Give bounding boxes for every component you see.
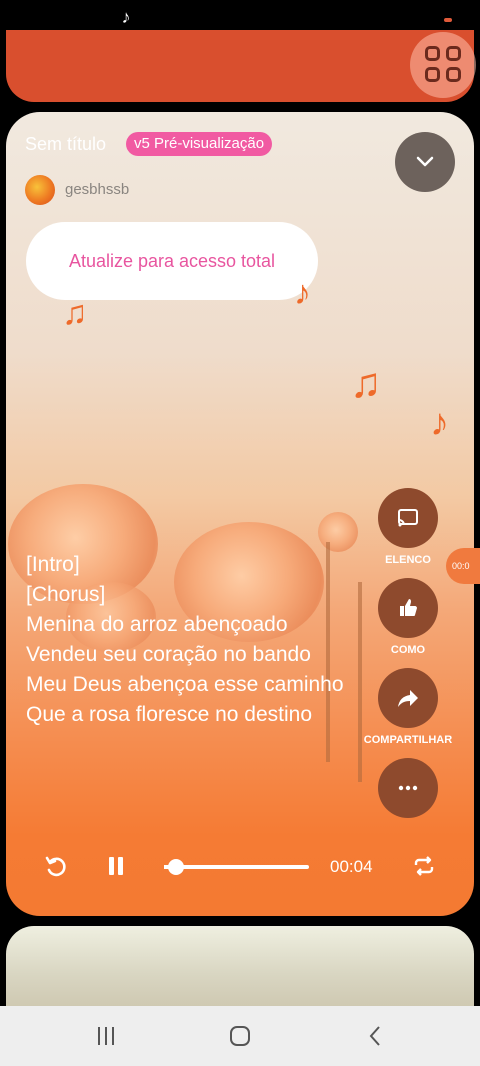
chevron-down-icon xyxy=(416,156,434,167)
more-button[interactable] xyxy=(378,758,438,818)
recent-apps-icon[interactable] xyxy=(92,1022,120,1050)
music-note-icon: ♫ xyxy=(350,359,382,406)
like-button[interactable] xyxy=(378,578,438,638)
home-icon[interactable] xyxy=(226,1022,254,1050)
lyric-line: Meu Deus abençoa esse caminho xyxy=(26,673,344,696)
grid-cell xyxy=(446,67,461,82)
rose-bud-image xyxy=(318,512,358,552)
lyric-line: Menina do arroz abençoado xyxy=(26,613,288,636)
music-note-icon: ♫ xyxy=(62,294,88,332)
pause-icon[interactable] xyxy=(104,854,128,878)
more-icon xyxy=(398,785,418,791)
grid-cell xyxy=(446,46,461,61)
music-note-icon: ♪ xyxy=(430,402,449,444)
back-icon[interactable] xyxy=(362,1022,390,1050)
lyrics-panel[interactable]: [Intro] [Chorus] Menina do arroz abençoa… xyxy=(26,550,366,820)
system-nav-bar xyxy=(0,1006,480,1066)
grid-cell xyxy=(425,46,440,61)
status-indicator xyxy=(444,18,452,22)
share-icon xyxy=(398,690,418,707)
playback-controls: 00:04 xyxy=(6,840,474,896)
collapse-button[interactable] xyxy=(395,132,455,192)
replay-icon[interactable] xyxy=(44,854,68,878)
cast-icon xyxy=(398,509,418,527)
lyric-line: [Chorus] xyxy=(26,583,106,606)
progress-slider[interactable] xyxy=(164,859,309,875)
share-button[interactable] xyxy=(378,668,438,728)
upgrade-text: Atualize para acesso total xyxy=(68,251,276,271)
cast-button[interactable] xyxy=(378,488,438,548)
lyric-line: Vendeu seu coração no bando xyxy=(26,643,311,666)
progress-tab[interactable]: 00:0 xyxy=(446,548,480,584)
elapsed-time: 00:04 xyxy=(330,857,373,876)
thumbs-up-icon xyxy=(400,599,417,616)
previous-song-card[interactable] xyxy=(6,30,474,102)
lyric-line: [Intro] xyxy=(26,553,80,576)
music-note-icon: ♪ xyxy=(294,274,311,312)
share-label: COMPARTILHAR xyxy=(363,734,453,746)
username[interactable]: gesbhssb xyxy=(65,181,129,198)
next-song-card[interactable] xyxy=(6,926,474,1006)
song-player-card: Sem título v5 Pré-visualização gesbhssb … xyxy=(6,112,474,916)
version-badge: v5 Pré-visualização xyxy=(126,132,273,156)
lyric-line: Que a rosa floresce no destino xyxy=(26,703,313,726)
like-label: COMO xyxy=(390,644,426,656)
song-title: Sem título xyxy=(25,134,107,154)
upgrade-banner[interactable]: Atualize para acesso total xyxy=(26,222,318,300)
progress-thumb[interactable] xyxy=(167,859,184,875)
repeat-icon[interactable] xyxy=(412,854,436,878)
avatar[interactable] xyxy=(25,175,55,205)
tiktok-icon: ♪ xyxy=(121,7,131,27)
grid-cell xyxy=(425,67,440,82)
status-bar: ♪ xyxy=(0,0,480,32)
grid-icon[interactable] xyxy=(410,32,476,98)
